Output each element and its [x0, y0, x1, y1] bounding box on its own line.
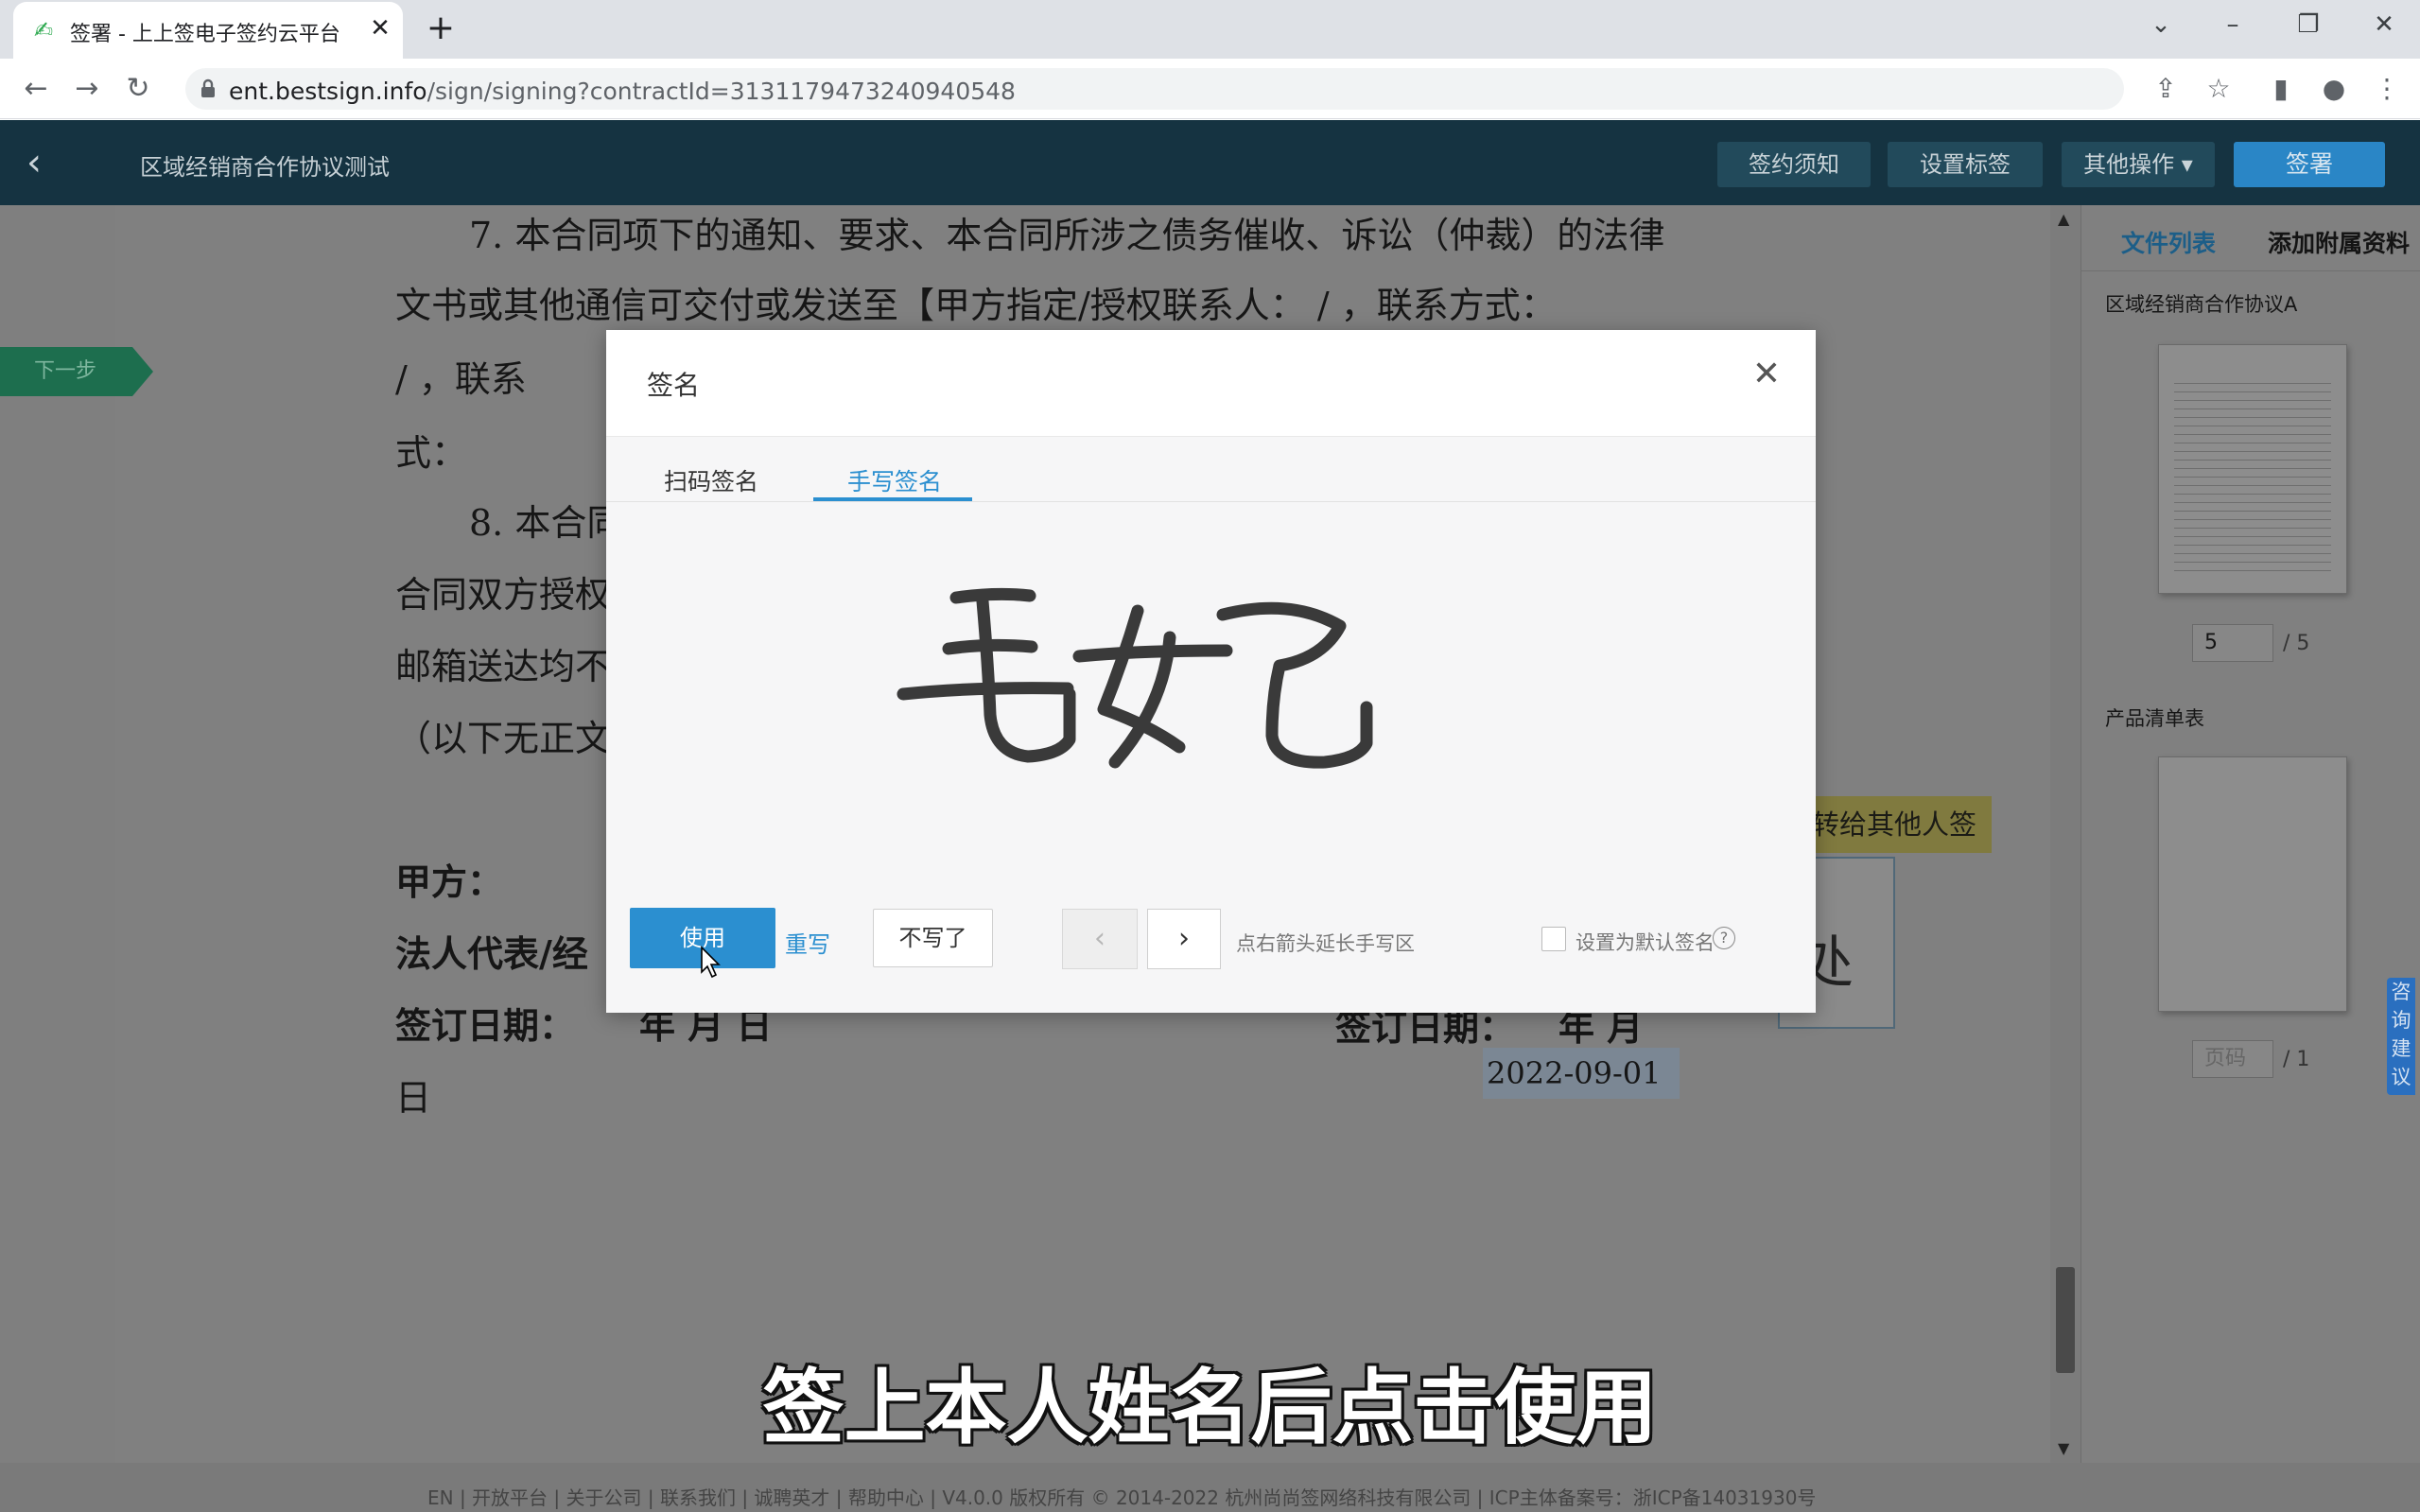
menu-icon[interactable]: ⋮ [2368, 70, 2406, 108]
doc1-thumbnail[interactable] [2158, 344, 2347, 594]
handwriting-canvas[interactable] [890, 575, 1495, 821]
doc-line: 日 [395, 1077, 432, 1119]
doc2-thumbnail[interactable] [2158, 756, 2347, 1012]
scroll-up-icon[interactable]: ▲ [2058, 210, 2069, 228]
next-step-button[interactable]: 下一步 [0, 347, 153, 396]
url-path: /sign/signing?contractId=313117947324094… [427, 78, 1016, 105]
doc1-page-total: / 5 [2283, 632, 2310, 655]
transfer-to-others-button[interactable]: 转给其他人签 [1797, 796, 1992, 853]
star-icon[interactable]: ☆ [2200, 70, 2237, 108]
tab-search-icon[interactable]: ⌄ [2137, 6, 2185, 43]
doc-line: 合同双方授权 [395, 574, 612, 616]
thumbnail-text-lines [2174, 383, 2331, 574]
sign-notice-button[interactable]: 签约须知 [1717, 142, 1871, 187]
signature-stroke [949, 587, 1036, 604]
browser-tab-active[interactable]: ✍ 签署 - 上上签电子签约云平台 ✕ [13, 2, 403, 59]
reload-icon[interactable]: ↻ [119, 70, 157, 108]
doc1-page-input[interactable]: 5 [2192, 624, 2273, 662]
footer-text: EN | 开放平台 | 关于公司 | 联系我们 | 诚聘英才 | 帮助中心 | … [427, 1486, 1817, 1509]
bestsign-favicon-icon: ✍ [34, 17, 54, 43]
minimize-icon[interactable]: – [2209, 6, 2256, 43]
browser-toolbar: ← → ↻ ent.bestsign.info/sign/signing?con… [0, 59, 2420, 119]
back-icon[interactable]: ← [17, 70, 55, 108]
new-tab-button[interactable]: + [422, 9, 460, 47]
doc-line: / ，联系 [395, 358, 527, 400]
sign-date-left-label: 签订日期： [395, 1004, 576, 1047]
app-header: ‹ 区域经销商合作协议测试 签约须知 设置标签 其他操作 ▾ 签署 [0, 120, 2420, 205]
doc-line: 7. 本合同项下的通知、要求、本合同所涉之债务催收、诉讼（仲裁）的法律 [469, 215, 1665, 256]
set-tags-button[interactable]: 设置标签 [1888, 142, 2043, 187]
sidepanel-icon[interactable]: ▮ [2262, 70, 2300, 108]
modal-close-icon[interactable]: ✕ [1750, 357, 1784, 391]
sign-button[interactable]: 签署 [2234, 142, 2385, 187]
doc2-name: 产品清单表 [2105, 707, 2204, 730]
default-signature-label: 设置为默认签名 [1576, 931, 1715, 954]
lock-icon[interactable] [195, 76, 221, 102]
skip-writing-button[interactable]: 不写了 [873, 909, 993, 967]
url-text[interactable]: ent.bestsign.info/sign/signing?contractI… [229, 78, 1016, 105]
signature-stroke [1072, 644, 1233, 663]
extend-area-hint: 点右箭头延长手写区 [1236, 932, 1415, 955]
prev-arrow-icon[interactable]: ‹ [1062, 909, 1138, 969]
contract-title: 区域经销商合作协议测试 [140, 154, 390, 181]
forward-icon[interactable]: → [68, 70, 106, 108]
restore-icon[interactable]: ❐ [2285, 6, 2332, 43]
video-subtitle: 签上本人姓名后点击使用 [762, 1361, 1658, 1455]
mouse-cursor-icon [701, 946, 721, 979]
doc2-page-total: / 1 [2283, 1048, 2310, 1071]
tab-scan-signature[interactable]: 扫码签名 [664, 463, 758, 497]
sign-date-field[interactable]: 2022-09-01 [1483, 1048, 1680, 1099]
share-icon[interactable]: ⇪ [2147, 70, 2185, 108]
tab-handwrite-signature[interactable]: 手写签名 [847, 463, 942, 497]
profile-icon[interactable]: ● [2315, 70, 2353, 108]
doc-line: 8. 本合同 [469, 502, 623, 544]
legal-rep-label: 法人代表/经 [395, 932, 588, 975]
caret-down-icon: ▾ [2181, 151, 2193, 178]
help-icon[interactable]: ? [1713, 927, 1735, 949]
doc-line: （以下无正文 [395, 718, 612, 759]
doc-line: 文书或其他通信可交付或发送至【甲方指定/授权联系人： / ，联系方式： [395, 285, 1557, 326]
url-host: ent.bestsign.info [229, 78, 427, 105]
party-a-label: 甲方： [395, 860, 504, 903]
modal-title: 签名 [647, 370, 701, 401]
sidebar-tab-divider [2081, 270, 2420, 271]
rewrite-link[interactable]: 重写 [785, 926, 830, 959]
signature-stroke [1216, 601, 1373, 769]
next-arrow-icon[interactable]: › [1147, 909, 1221, 969]
modal-tabs-divider [606, 501, 1816, 502]
tab-title: 签署 - 上上签电子签约云平台 [70, 23, 340, 46]
doc1-name: 区域经销商合作协议A [2105, 293, 2298, 316]
other-actions-label: 其他操作 [2083, 151, 2175, 178]
back-arrow-icon[interactable]: ‹ [26, 141, 42, 184]
doc-line: 邮箱送达均不 [395, 646, 612, 687]
doc2-page-input[interactable]: 页码 [2192, 1040, 2273, 1078]
tab-add-attachments[interactable]: 添加附属资料 [2268, 225, 2410, 259]
other-actions-button[interactable]: 其他操作 ▾ [2062, 142, 2215, 187]
tab-close-icon[interactable]: ✕ [365, 13, 395, 43]
default-signature-checkbox[interactable] [1541, 927, 1566, 951]
signature-stroke [976, 595, 1076, 763]
doc-line: 式： [395, 432, 468, 474]
window-close-icon[interactable]: ✕ [2360, 6, 2408, 43]
tab-file-list[interactable]: 文件列表 [2121, 225, 2216, 259]
consult-suggestion-button[interactable]: 咨询建议 [2387, 978, 2415, 1095]
